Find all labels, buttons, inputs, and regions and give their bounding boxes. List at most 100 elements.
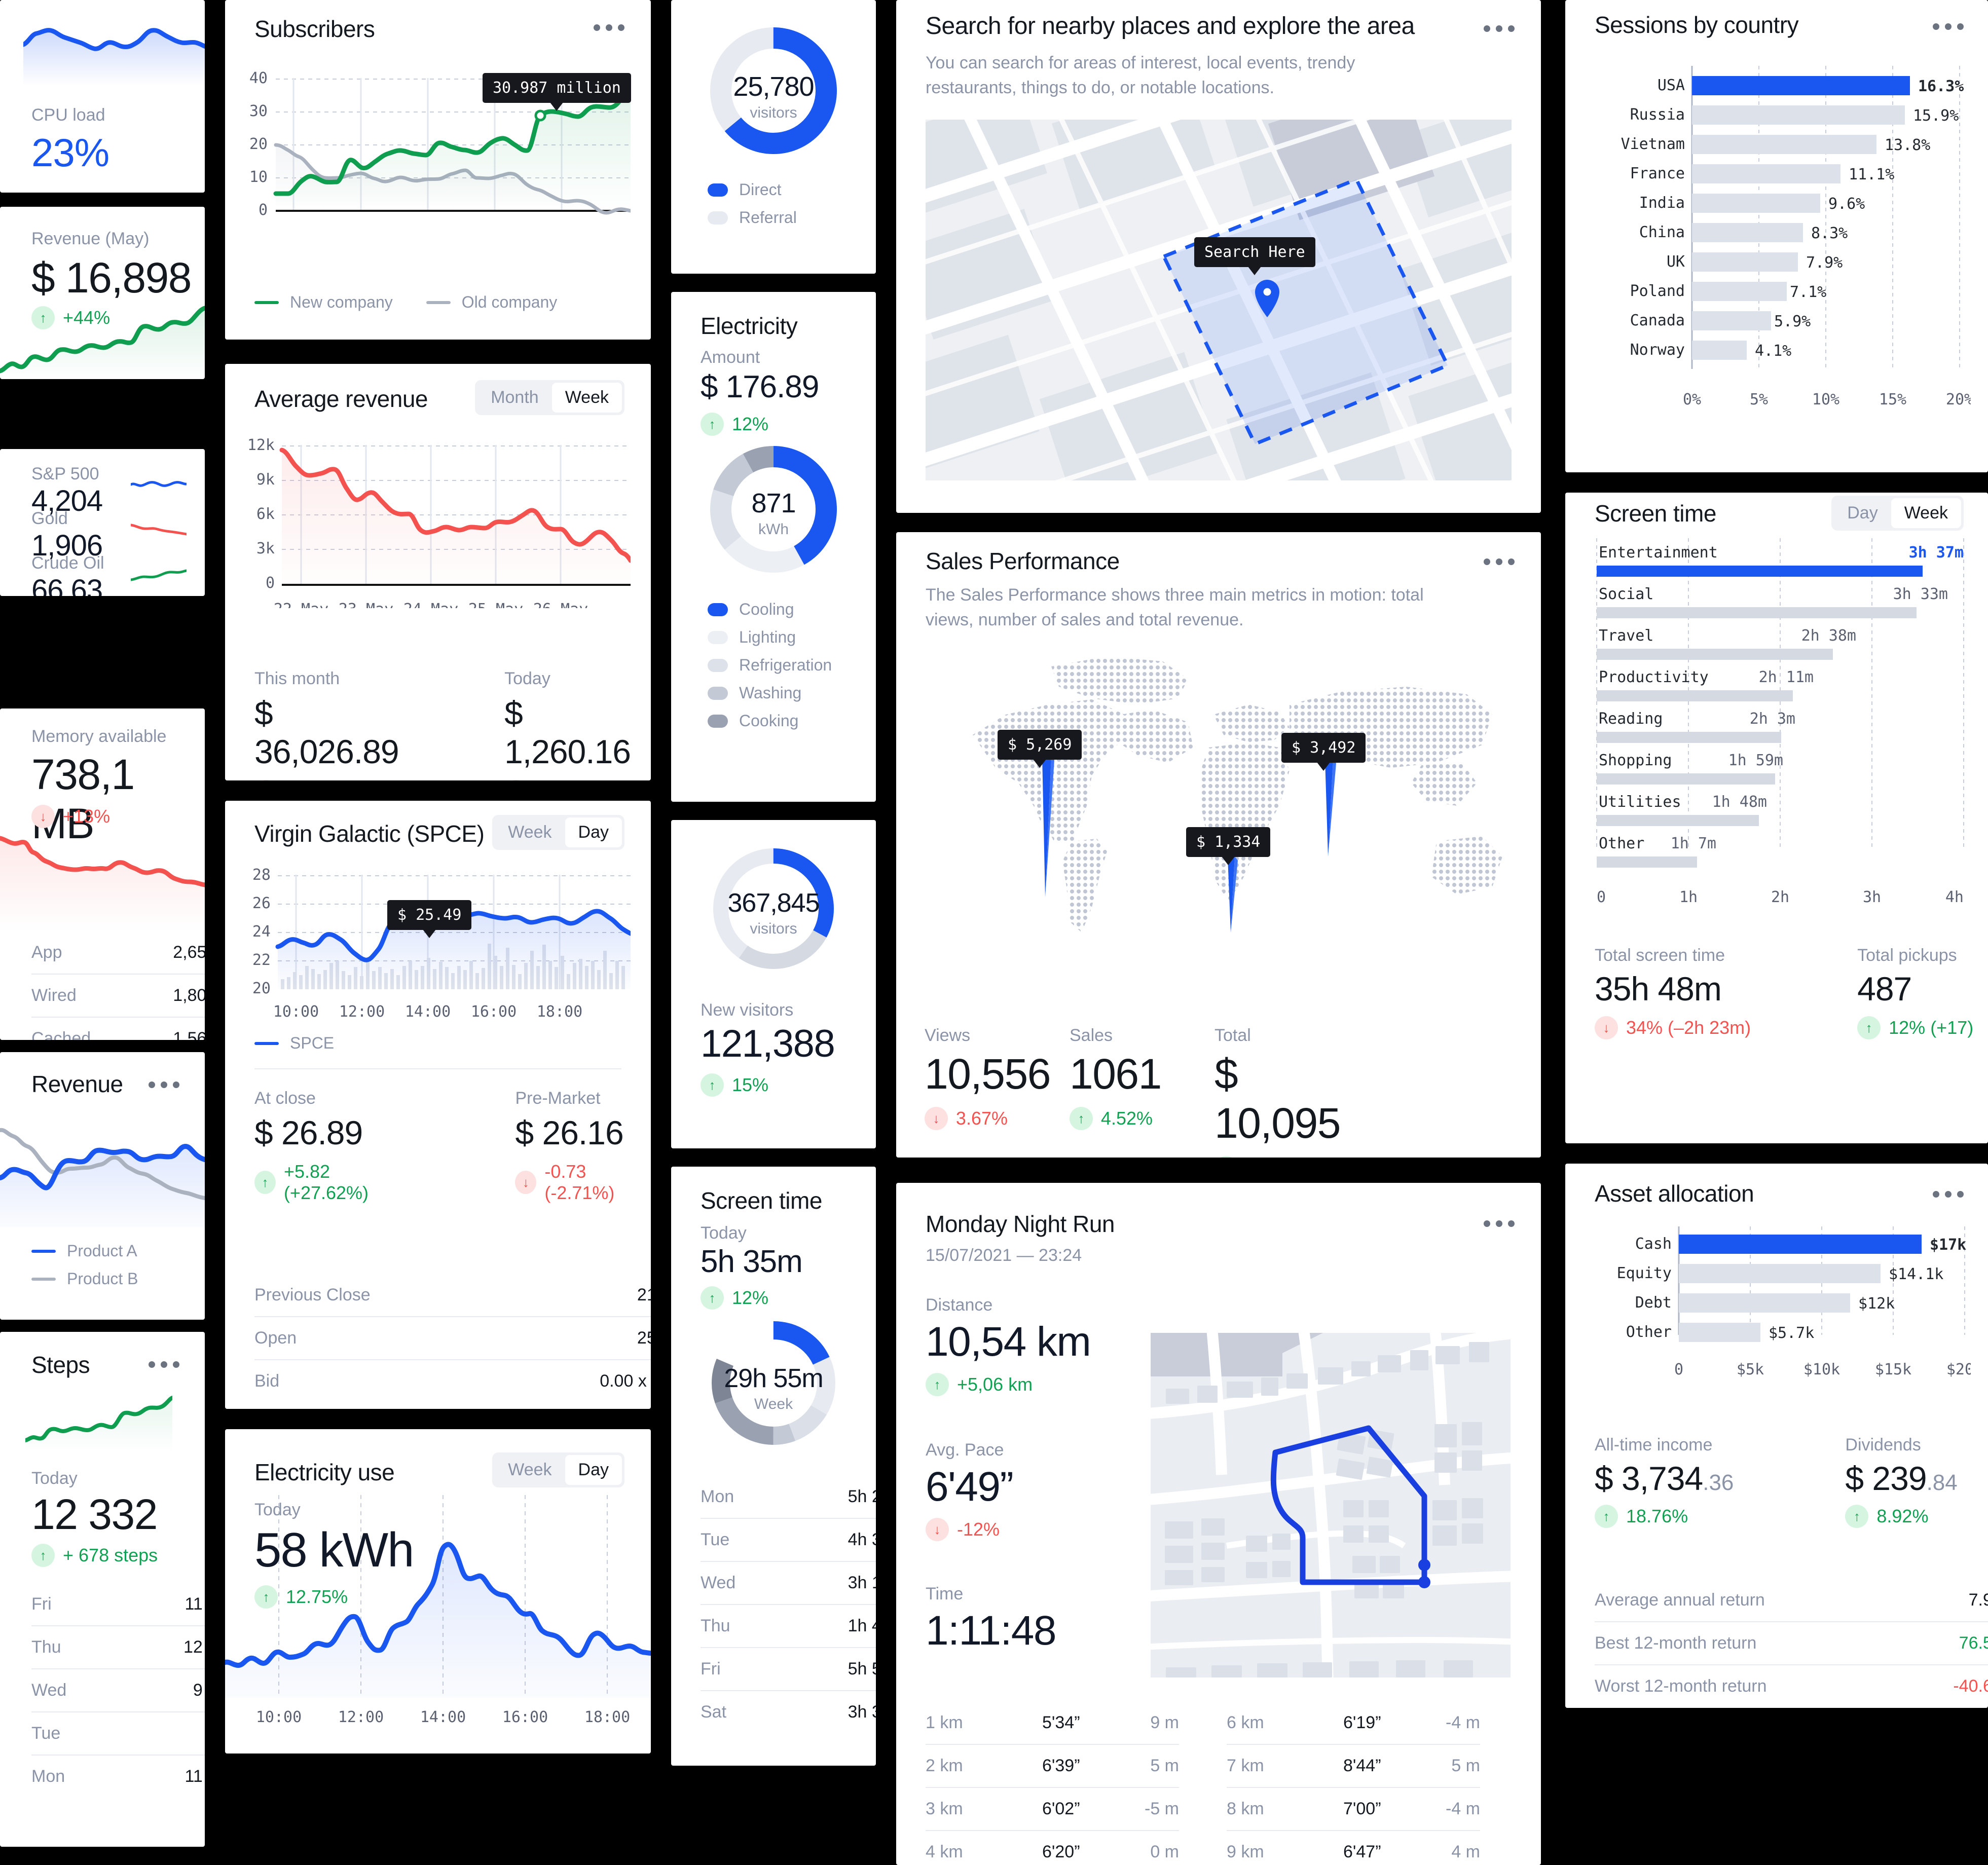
- cpu-sparkline: [23, 28, 205, 86]
- run-datetime: 15/07/2021 — 23:24: [926, 1246, 1082, 1265]
- arrow-up-icon: ↑: [31, 1544, 55, 1567]
- arrow-up-icon: ↑: [701, 1073, 724, 1097]
- svg-text:Vietnam: Vietnam: [1621, 135, 1685, 153]
- stat-today: Today $ 1,260.16 ↓ – $ 178.87: [504, 669, 651, 780]
- more-options-icon[interactable]: [1933, 1191, 1964, 1198]
- toggle-option-week[interactable]: Week: [551, 383, 622, 413]
- screen-time-today-label: Today: [701, 1223, 747, 1243]
- map-search-tooltip[interactable]: Search Here: [1194, 237, 1315, 275]
- electricity-amount-value: $ 176.89: [701, 369, 819, 404]
- visitors-donut-center: 25,780 visitors: [733, 71, 814, 121]
- legend-item: Direct: [708, 180, 797, 199]
- arrow-down-icon: ↓: [515, 1171, 537, 1194]
- svg-text:$5k: $5k: [1737, 1361, 1764, 1378]
- subscribers-card: Subscribers 40 30 20 10 0 20172018 20192…: [225, 0, 651, 340]
- run-map[interactable]: [1151, 1333, 1511, 1677]
- memory-rows: App2,65 GB Wired1,80 GB Cached1,56 GB: [31, 931, 205, 1040]
- svg-text:5.9%: 5.9%: [1774, 313, 1811, 330]
- svg-text:15%: 15%: [1879, 391, 1906, 408]
- page-title: Screen time: [701, 1187, 822, 1214]
- electricity-donut-center: 871 kWh: [751, 488, 796, 538]
- table-row: Mon11 678: [31, 1755, 205, 1798]
- page-title: Subscribers: [254, 16, 375, 42]
- arrow-up-icon: ↑: [701, 1286, 724, 1310]
- toggle-option-week[interactable]: Week: [495, 817, 565, 847]
- svg-text:2h 3m: 2h 3m: [1750, 710, 1795, 728]
- svg-text:5%: 5%: [1750, 391, 1768, 408]
- svg-text:30: 30: [249, 102, 268, 120]
- table-row: Tue123: [31, 1711, 205, 1755]
- legend-item: Cooking: [708, 712, 832, 730]
- legend-item: Washing: [708, 684, 832, 702]
- splits-table: 1 km 5'34” 9 m 2 km 6'39” 5 m 3 km 6'02” -5 m …: [926, 1702, 1179, 1865]
- more-options-icon[interactable]: [149, 1081, 179, 1088]
- electricity-use-toggle[interactable]: Week Day: [492, 1452, 624, 1487]
- subscribers-tooltip: 30.987 million: [483, 73, 631, 111]
- arrow-up-icon: ↑: [254, 1171, 276, 1194]
- screen-time-big-card: Screen time Day Week Entertainment 3h 37…: [1565, 493, 1988, 1143]
- more-options-icon[interactable]: [1484, 25, 1515, 32]
- svg-text:Shopping: Shopping: [1599, 752, 1672, 769]
- more-options-icon[interactable]: [1484, 558, 1515, 565]
- spce-toggle[interactable]: Week Day: [492, 815, 624, 850]
- svg-text:Reading: Reading: [1599, 710, 1663, 728]
- svg-text:Other: Other: [1626, 1323, 1672, 1341]
- arrow-up-icon: ↑: [926, 1373, 949, 1396]
- run-splits-right: 6 km 6'19” -4 m 7 km 8'44” 5 m 8 km 7'00” -4 m…: [1227, 1702, 1480, 1865]
- svg-text:Travel: Travel: [1599, 627, 1653, 645]
- screen-time-small-card: Screen time Today 5h 35m ↑ 12% 29h 55m W…: [671, 1167, 876, 1766]
- more-options-icon[interactable]: [1484, 1220, 1515, 1227]
- average-revenue-toggle[interactable]: Month Week: [475, 380, 624, 415]
- steps-delta: ↑ + 678 steps: [31, 1544, 158, 1567]
- sales-spike: [1325, 759, 1336, 856]
- screen-time-rows: Mon5h 23m Tue4h 37m Wed3h 12m Thu1h 45m …: [701, 1476, 876, 1733]
- more-options-icon[interactable]: [1933, 23, 1964, 30]
- svg-text:12:00: 12:00: [339, 1003, 385, 1019]
- toggle-option-day[interactable]: Day: [1834, 498, 1891, 528]
- memory-delta: ↓ +13%: [31, 805, 110, 828]
- run-map-graphic: [1151, 1333, 1511, 1677]
- svg-text:Poland: Poland: [1630, 282, 1685, 300]
- svg-text:18:00: 18:00: [537, 1003, 582, 1019]
- svg-text:3h 33m: 3h 33m: [1893, 585, 1948, 603]
- legend-item: Refrigeration: [708, 656, 832, 675]
- toggle-option-week[interactable]: Week: [495, 1455, 565, 1485]
- memory-label: Memory available: [31, 727, 167, 746]
- table-row: Open25.31: [254, 1316, 651, 1359]
- more-options-icon[interactable]: [149, 1361, 179, 1368]
- svg-text:Cash: Cash: [1635, 1235, 1672, 1253]
- page-title: Search for nearby places and explore the…: [926, 13, 1415, 40]
- page-title: Virgin Galactic (SPCE): [254, 820, 485, 847]
- spce-rows: Previous Close21.07 Open25.31 Bid0.00 x …: [254, 1274, 651, 1402]
- map-search-card: Search for nearby places and explore the…: [896, 0, 1541, 513]
- more-options-icon[interactable]: [594, 24, 624, 31]
- map-graphic: [926, 120, 1512, 480]
- map-canvas[interactable]: Search Here: [926, 120, 1512, 480]
- page-title: Asset allocation: [1595, 1180, 1754, 1207]
- svg-text:$17k: $17k: [1930, 1236, 1966, 1254]
- svg-text:14:00: 14:00: [405, 1003, 451, 1019]
- visitors-donut-legend: Direct Referral: [708, 180, 797, 227]
- arrow-down-icon: ↓: [31, 805, 55, 828]
- toggle-option-month[interactable]: Month: [477, 383, 552, 413]
- screen-time-today-value: 5h 35m: [701, 1244, 803, 1279]
- map-search-subtitle: You can search for areas of interest, lo…: [926, 53, 1355, 98]
- svg-text:$15k: $15k: [1875, 1361, 1911, 1378]
- steps-sparkline: [25, 1396, 172, 1452]
- stat-sales: Sales 1061 ↑ 4.52%: [1070, 1026, 1162, 1158]
- market-row: Crude Oil 66.63: [31, 553, 104, 596]
- electricity-use-delta: ↑ 12.75%: [254, 1585, 348, 1609]
- table-row: Wed3h 12m: [701, 1561, 876, 1604]
- toggle-option-day[interactable]: Day: [565, 817, 622, 847]
- arrow-up-icon: ↑: [1214, 1156, 1238, 1158]
- arrow-up-icon: ↑: [1595, 1505, 1618, 1528]
- screen-time-toggle[interactable]: Day Week: [1831, 496, 1964, 531]
- legend-item: Referral: [708, 208, 797, 227]
- toggle-option-day[interactable]: Day: [565, 1455, 622, 1485]
- toggle-option-week[interactable]: Week: [1891, 498, 1961, 528]
- screen-time-donut-center: 29h 55m Week: [724, 1364, 823, 1412]
- page-title: Revenue: [31, 1071, 123, 1097]
- svg-text:0: 0: [1674, 1361, 1683, 1378]
- legend-item: Old company: [426, 293, 557, 312]
- asset-allocation-stats: All-time income $ 3,734.36 ↑ 18.76% Divi…: [1595, 1435, 1958, 1528]
